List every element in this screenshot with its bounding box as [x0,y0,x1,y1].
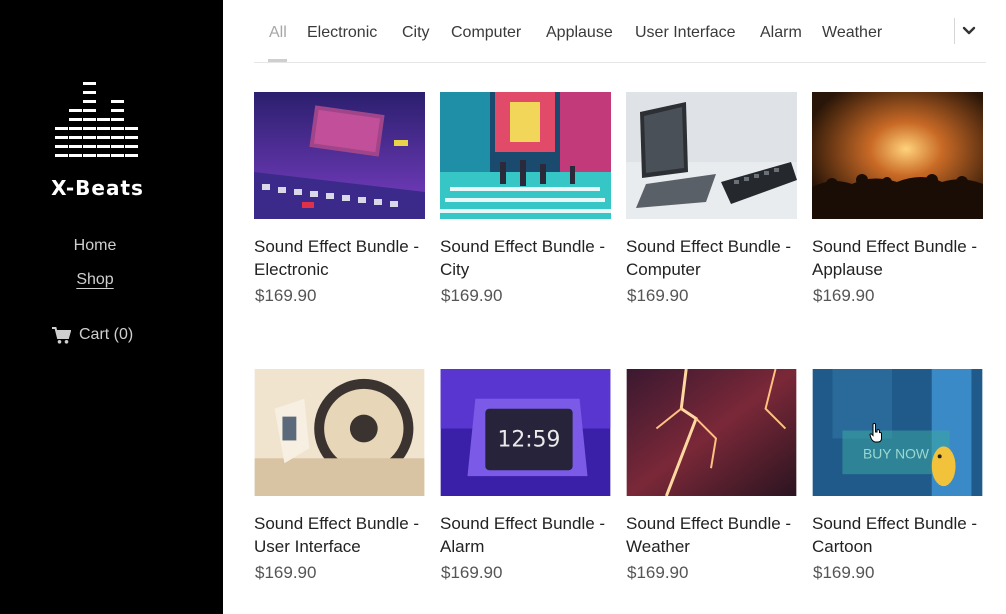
product-price: $169.90 [627,563,689,582]
active-tab-indicator [268,59,287,62]
cart-label: Cart (0) [79,326,134,343]
sidebar: X-Beats Home Shop Cart (0) [0,0,223,614]
product-title[interactable]: Sound Effect Bundle - Weather [626,512,802,558]
product-title[interactable]: Sound Effect Bundle - Cartoon [812,512,988,558]
tab-computer[interactable]: Computer [451,24,521,42]
product-price: $169.90 [255,286,317,305]
clock-display: 12:59 [498,427,561,452]
product-price: $169.90 [627,286,689,305]
buy-now-overlay[interactable]: BUY NOW [863,445,930,461]
product-title[interactable]: Sound Effect Bundle - User Interface [254,512,430,558]
product-title[interactable]: Sound Effect Bundle - Applause [812,235,988,281]
product-title[interactable]: Sound Effect Bundle - City [440,235,616,281]
product-price: $169.90 [441,563,503,582]
product-price: $169.90 [813,286,875,305]
nav-home-link[interactable]: Home [0,237,190,255]
product-image-computer[interactable] [626,92,797,219]
product-price: $169.90 [813,563,875,582]
product-image-city[interactable] [440,92,611,219]
tabs-divider [954,18,955,44]
tab-alarm[interactable]: Alarm [760,24,802,42]
product-image-alarm[interactable]: 12:59 [440,369,611,496]
product-title[interactable]: Sound Effect Bundle - Electronic [254,235,430,281]
product-image-weather[interactable] [626,369,797,496]
tab-user-interface[interactable]: User Interface [635,24,735,42]
nav-shop-link[interactable]: Shop [0,271,190,289]
brand-name: X-Beats [51,176,144,200]
tab-city[interactable]: City [402,24,430,42]
product-image-applause[interactable] [812,92,983,219]
product-title[interactable]: Sound Effect Bundle - Computer [626,235,802,281]
product-image-cartoon[interactable]: BUY NOW [812,369,983,496]
chevron-down-icon[interactable] [961,24,977,38]
product-price: $169.90 [441,286,503,305]
tab-electronic[interactable]: Electronic [307,24,377,42]
shopping-cart-icon [52,326,71,344]
tab-all[interactable]: All [269,24,287,42]
hand-cursor-icon [869,423,882,443]
product-price: $169.90 [255,563,317,582]
product-title[interactable]: Sound Effect Bundle - Alarm [440,512,616,558]
product-image-user-interface[interactable] [254,369,425,496]
tab-weather[interactable]: Weather [822,24,882,42]
category-filter-bar: All Electronic City Computer Applause Us… [254,0,986,63]
nav-shop-label: Shop [76,271,114,288]
tab-applause[interactable]: Applause [546,24,613,42]
product-image-electronic[interactable] [254,92,425,219]
equalizer-logo-icon [55,82,138,157]
cart-link[interactable]: Cart (0) [52,326,133,344]
